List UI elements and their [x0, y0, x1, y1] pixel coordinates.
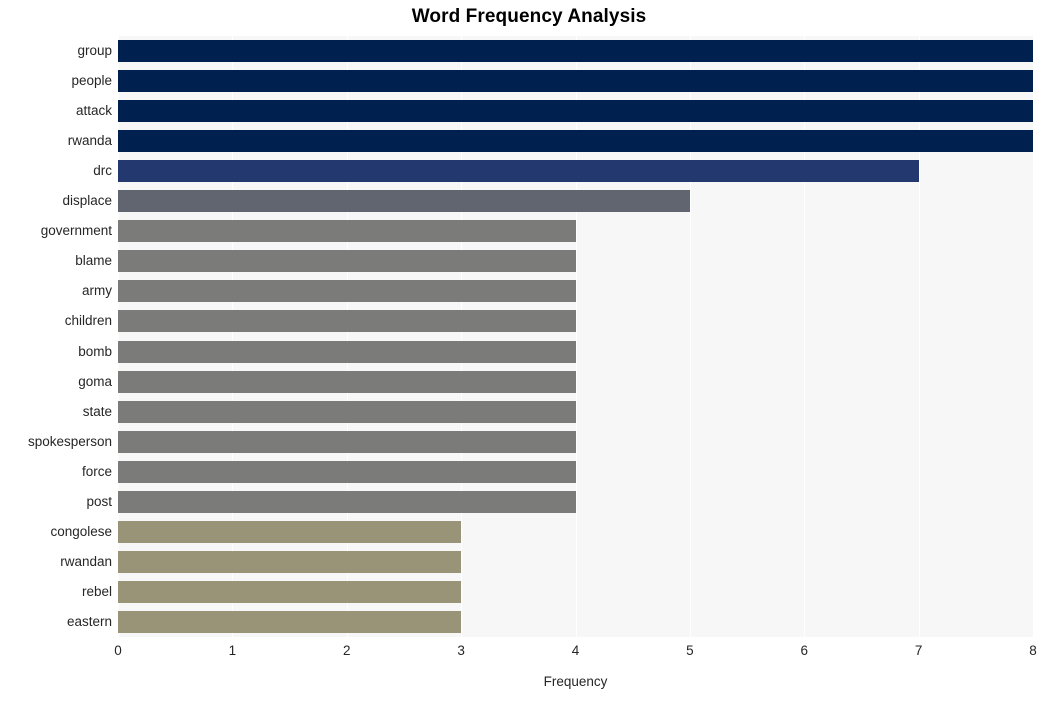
bar [118, 370, 576, 393]
y-axis-tick-label: goma [78, 373, 112, 389]
y-axis-tick-label: spokesperson [27, 433, 112, 449]
bars-layer [118, 36, 1033, 637]
bar [118, 100, 1033, 123]
plot-area [118, 36, 1034, 637]
x-axis-tick-label: 3 [457, 643, 465, 658]
y-axis-tick-label: displace [62, 193, 112, 209]
y-axis-tick-label: rwanda [67, 133, 112, 149]
bar [118, 610, 462, 633]
y-axis-tick-label: government [40, 223, 112, 239]
bar [118, 130, 1033, 153]
x-axis-tick-label: 7 [914, 643, 923, 658]
bar [118, 400, 576, 423]
bar [118, 340, 576, 363]
y-axis-tick-label: blame [75, 253, 112, 269]
bar [118, 490, 576, 513]
y-axis-tick-label: eastern [66, 613, 112, 629]
bar [118, 460, 576, 483]
bar [118, 520, 462, 543]
y-axis-tick-labels: group people attack rwanda drc displace govern… [0, 36, 112, 637]
bar [118, 70, 1033, 93]
x-axis-tick-label: 8 [1029, 643, 1037, 658]
y-axis-tick-label: attack [75, 103, 112, 119]
y-axis-tick-label: post [86, 493, 112, 509]
y-axis-tick-label: congolese [50, 523, 112, 539]
x-axis-tick-label: 4 [571, 643, 580, 658]
bar [118, 190, 690, 213]
bar [118, 430, 576, 453]
x-axis-tick-label: 0 [114, 643, 122, 658]
bar [118, 310, 576, 333]
y-axis-tick-label: people [71, 73, 112, 89]
y-axis-tick-label: army [82, 283, 112, 299]
y-axis-tick-label: state [82, 403, 112, 419]
y-axis-tick-label: rebel [81, 583, 112, 599]
x-axis-tick-label: 2 [342, 643, 351, 658]
bar [118, 220, 576, 243]
x-axis-tick-labels: 0 1 2 3 4 5 6 7 8 [0, 643, 1058, 665]
bar [118, 280, 576, 303]
x-axis-label: Frequency [543, 674, 608, 689]
y-axis-tick-label: children [64, 313, 112, 329]
y-axis-tick-label: drc [93, 163, 112, 179]
y-axis-tick-label: force [81, 463, 112, 479]
bar [118, 580, 462, 603]
chart-title: Word Frequency Analysis [411, 6, 647, 27]
x-axis-tick-label: 5 [686, 643, 694, 658]
x-axis-tick-label: 6 [800, 643, 808, 658]
bar [118, 160, 919, 183]
y-axis-tick-label: group [77, 43, 112, 59]
gridline-x-8 [1033, 36, 1034, 637]
bar [118, 40, 1033, 63]
bar [118, 550, 462, 573]
y-axis-tick-label: bomb [78, 343, 112, 359]
bar [118, 250, 576, 273]
y-axis-tick-label: rwandan [60, 553, 112, 569]
x-axis-tick-label: 1 [228, 643, 237, 658]
word-frequency-bar-chart: Word Frequency Analysis group people attac… [0, 0, 1058, 701]
